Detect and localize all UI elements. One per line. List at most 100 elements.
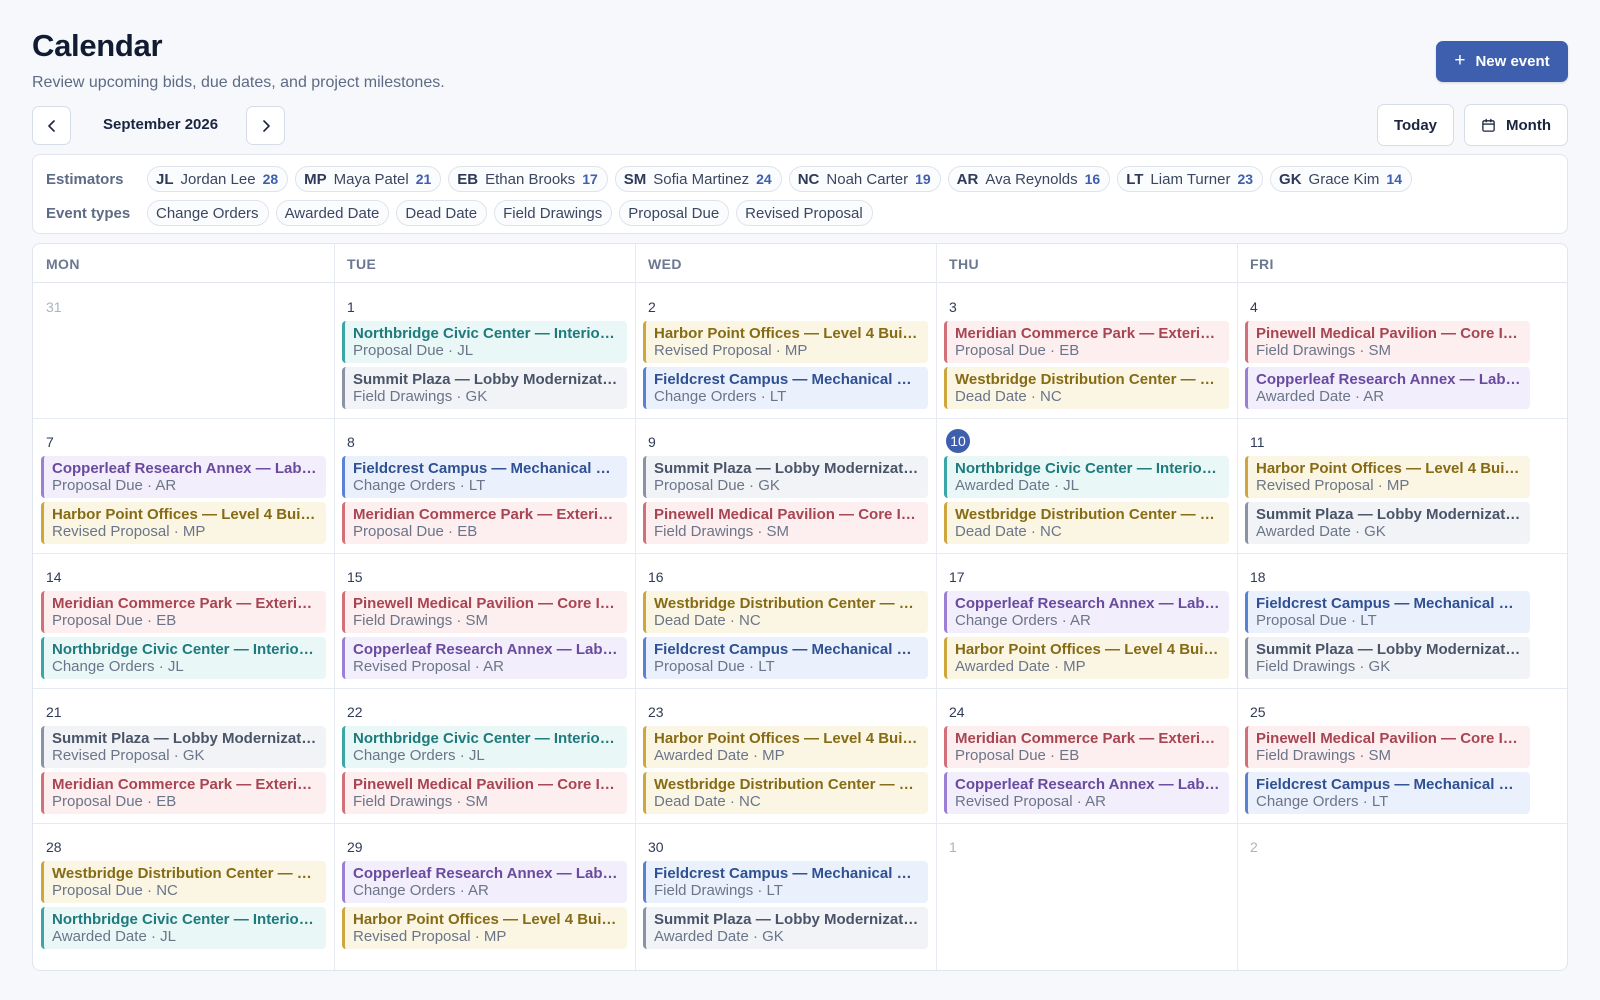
event-card[interactable]: Pinewell Medical Pavilion — Core Infill F… xyxy=(643,502,928,544)
event-title: Summit Plaza — Lobby Modernization xyxy=(1256,641,1522,658)
estimator-chip-eb[interactable]: EB Ethan Brooks 17 xyxy=(448,166,608,192)
day-number: 30 xyxy=(648,839,664,855)
event-card[interactable]: Meridian Commerce Park — Exterior Improv… xyxy=(944,321,1229,363)
event-card[interactable]: Northbridge Civic Center — Interior Reno… xyxy=(342,321,627,363)
event-card[interactable]: Pinewell Medical Pavilion — Core Infill F… xyxy=(1245,321,1530,363)
event-card[interactable]: Harbor Point Offices — Level 4 Build-Out… xyxy=(643,321,928,363)
event-card[interactable]: Fieldcrest Campus — Mechanical UpgradesP… xyxy=(1245,591,1530,633)
event-meta: Revised Proposal · MP xyxy=(1256,477,1410,494)
event-title: Copperleaf Research Annex — Laboratory F… xyxy=(1256,371,1522,388)
event-card[interactable]: Harbor Point Offices — Level 4 Build-Out… xyxy=(944,637,1229,679)
event-card[interactable]: Pinewell Medical Pavilion — Core Infill F… xyxy=(342,772,627,814)
event-card[interactable]: Meridian Commerce Park — Exterior Improv… xyxy=(342,502,627,544)
event-card[interactable]: Harbor Point Offices — Level 4 Build-Out… xyxy=(1245,456,1530,498)
day-cell[interactable] xyxy=(33,283,334,418)
estimator-count: 19 xyxy=(915,171,931,187)
event-card[interactable]: Summit Plaza — Lobby Modernization Field … xyxy=(1245,637,1530,679)
event-title: Copperleaf Research Annex — Laboratory F… xyxy=(955,595,1221,612)
event-card[interactable]: Pinewell Medical Pavilion — Core Infill F… xyxy=(1245,726,1530,768)
event-card[interactable]: Fieldcrest Campus — Mechanical UpgradesC… xyxy=(643,367,928,409)
event-meta: Dead Date · NC xyxy=(654,793,761,810)
view-selector-button[interactable]: Month xyxy=(1464,104,1568,146)
event-card[interactable]: Westbridge Distribution Center — Phase 2… xyxy=(944,502,1229,544)
event-card[interactable]: Harbor Point Offices — Level 4 Build-Out… xyxy=(41,502,326,544)
estimator-count: 16 xyxy=(1084,171,1101,187)
event-meta: Field Drawings · GK xyxy=(353,388,488,405)
event-card[interactable]: Summit Plaza — Lobby Modernization Field … xyxy=(342,367,627,409)
day-cell[interactable] xyxy=(936,823,1237,958)
event-card[interactable]: Meridian Commerce Park — Exterior Improv… xyxy=(41,591,326,633)
event-type-chip[interactable]: Change Orders xyxy=(147,200,269,226)
estimator-count: 17 xyxy=(582,171,598,187)
estimator-chip-ar[interactable]: AR Ava Reynolds 16 xyxy=(947,166,1111,192)
estimator-chip-gk[interactable]: GK Grace Kim 14 xyxy=(1270,166,1412,192)
event-card[interactable]: Westbridge Distribution Center — Phase 2… xyxy=(643,591,928,633)
event-card[interactable]: Summit Plaza — Lobby Modernization Propos… xyxy=(643,456,928,498)
event-card[interactable]: Fieldcrest Campus — Mechanical UpgradesP… xyxy=(643,637,928,679)
previous-month-button[interactable] xyxy=(32,106,71,145)
event-types-filter-row: Event types Change Orders Awarded Date Dea… xyxy=(46,200,880,226)
event-type-chip[interactable]: Dead Date xyxy=(396,200,488,226)
estimator-chip-sm[interactable]: SM Sofia Martinez 24 xyxy=(614,166,782,192)
event-card[interactable]: Summit Plaza — Lobby Modernization Awarde… xyxy=(1245,502,1530,544)
next-month-button[interactable] xyxy=(246,106,285,145)
event-card[interactable]: Copperleaf Research Annex — Laboratory F… xyxy=(342,861,627,903)
event-meta: Proposal Due · AR xyxy=(52,477,177,494)
event-meta: Revised Proposal · MP xyxy=(52,523,206,540)
estimator-initials: LT xyxy=(1126,170,1144,188)
page-title: Calendar xyxy=(32,28,163,63)
event-card[interactable]: Westbridge Distribution Center — Phase 2… xyxy=(944,367,1229,409)
day-number: 18 xyxy=(1250,569,1266,585)
event-card[interactable]: Copperleaf Research Annex — Laboratory F… xyxy=(944,591,1229,633)
event-card[interactable]: Summit Plaza — Lobby Modernization Awarde… xyxy=(643,907,928,949)
day-cell[interactable] xyxy=(1237,823,1538,958)
estimator-name: Grace Kim xyxy=(1308,170,1380,188)
event-type-chip[interactable]: Awarded Date xyxy=(275,200,390,226)
event-card[interactable]: Harbor Point Offices — Level 4 Build-Out… xyxy=(342,907,627,949)
event-card[interactable]: Copperleaf Research Annex — Laboratory F… xyxy=(41,456,326,498)
event-card[interactable]: Fieldcrest Campus — Mechanical UpgradesC… xyxy=(1245,772,1530,814)
event-meta: Dead Date · NC xyxy=(955,523,1062,540)
day-number: 2 xyxy=(648,299,656,315)
event-type-chip[interactable]: Proposal Due xyxy=(619,200,730,226)
event-title: Fieldcrest Campus — Mechanical Upgrades xyxy=(654,865,920,882)
estimators-filter-row: Estimators JL Jordan Lee 28 MP Maya Patel 21 E… xyxy=(46,166,1419,192)
estimator-name: Sofia Martinez xyxy=(653,170,750,188)
day-number: 31 xyxy=(46,299,62,315)
event-meta: Proposal Due · GK xyxy=(654,477,780,494)
estimator-count: 21 xyxy=(415,171,432,187)
estimator-initials: EB xyxy=(457,170,479,188)
event-meta: Change Orders · LT xyxy=(1256,793,1389,810)
new-event-button[interactable]: + New event xyxy=(1436,41,1568,82)
estimator-chip-nc[interactable]: NC Noah Carter 19 xyxy=(788,166,941,192)
event-card[interactable]: Northbridge Civic Center — Interior Reno… xyxy=(944,456,1229,498)
event-card[interactable]: Fieldcrest Campus — Mechanical UpgradesF… xyxy=(643,861,928,903)
event-card[interactable]: Copperleaf Research Annex — Laboratory F… xyxy=(1245,367,1530,409)
event-title: Pinewell Medical Pavilion — Core Infill xyxy=(654,506,920,523)
event-card[interactable]: Copperleaf Research Annex — Laboratory F… xyxy=(944,772,1229,814)
event-type-chip[interactable]: Revised Proposal xyxy=(736,200,873,226)
today-button[interactable]: Today xyxy=(1377,104,1454,146)
event-meta: Change Orders · AR xyxy=(955,612,1091,629)
estimator-chip-lt[interactable]: LT Liam Turner 23 xyxy=(1117,166,1264,192)
event-card[interactable]: Meridian Commerce Park — Exterior Improv… xyxy=(41,772,326,814)
event-card[interactable]: Northbridge Civic Center — Interior Reno… xyxy=(342,726,627,768)
event-card[interactable]: Westbridge Distribution Center — Phase 2… xyxy=(643,772,928,814)
estimator-chip-mp[interactable]: MP Maya Patel 21 xyxy=(295,166,442,192)
event-card[interactable]: Harbor Point Offices — Level 4 Build-Out… xyxy=(643,726,928,768)
event-card[interactable]: Westbridge Distribution Center — Phase 2… xyxy=(41,861,326,903)
event-card[interactable]: Northbridge Civic Center — Interior Reno… xyxy=(41,907,326,949)
event-card[interactable]: Meridian Commerce Park — Exterior Improv… xyxy=(944,726,1229,768)
event-card[interactable]: Northbridge Civic Center — Interior Reno… xyxy=(41,637,326,679)
event-card[interactable]: Fieldcrest Campus — Mechanical UpgradesC… xyxy=(342,456,627,498)
day-number: 2 xyxy=(1250,839,1258,855)
event-type-chip[interactable]: Field Drawings xyxy=(494,200,613,226)
event-card[interactable]: Pinewell Medical Pavilion — Core Infill F… xyxy=(342,591,627,633)
event-card[interactable]: Summit Plaza — Lobby Modernization Revise… xyxy=(41,726,326,768)
weekday-header: FRI xyxy=(1250,256,1274,272)
event-meta: Dead Date · NC xyxy=(654,612,761,629)
event-meta: Awarded Date · JL xyxy=(955,477,1079,494)
estimator-chip-jl[interactable]: JL Jordan Lee 28 xyxy=(147,166,289,192)
event-card[interactable]: Copperleaf Research Annex — Laboratory F… xyxy=(342,637,627,679)
estimator-name: Ava Reynolds xyxy=(985,170,1078,188)
